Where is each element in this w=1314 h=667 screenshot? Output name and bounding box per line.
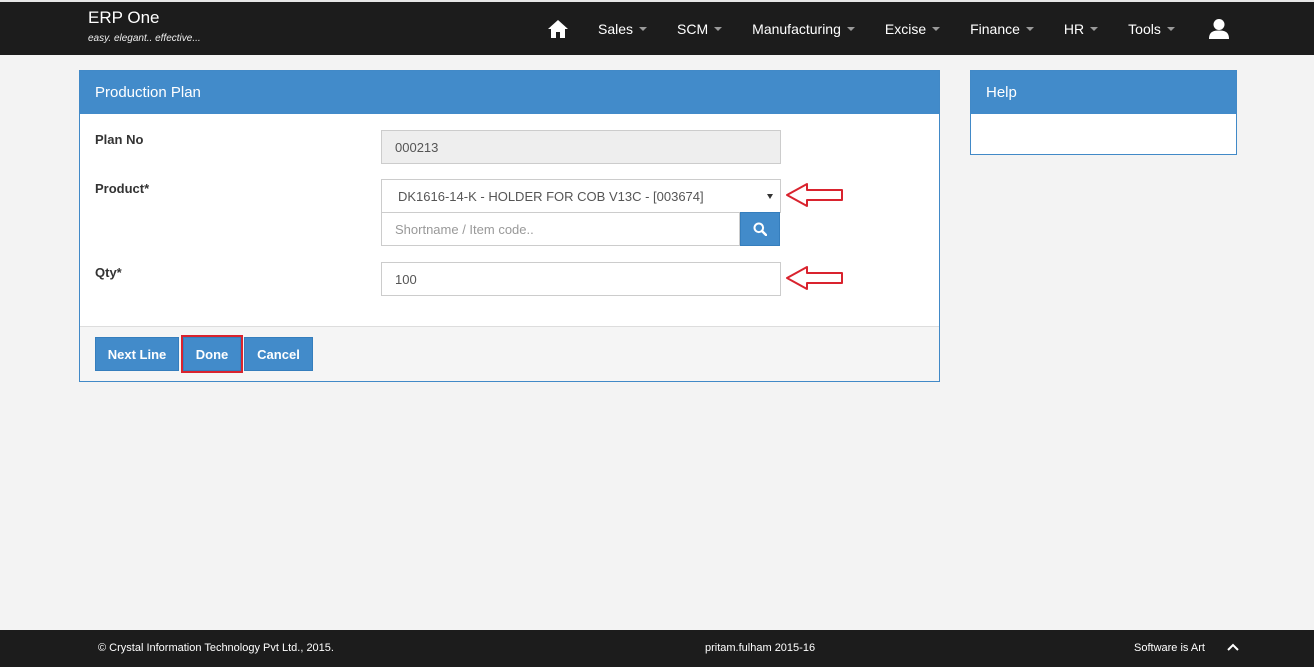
annotation-arrow-icon: [786, 266, 843, 290]
nav-excise[interactable]: Excise: [870, 2, 955, 55]
panel-footer: Next Line Done Cancel: [80, 326, 939, 381]
nav-sales-label: Sales: [598, 20, 634, 37]
chevron-down-icon: [1025, 26, 1034, 31]
chevron-down-icon: [714, 26, 723, 31]
chevron-down-icon: [1090, 26, 1099, 31]
cancel-button[interactable]: Cancel: [244, 337, 313, 371]
chevron-down-icon: [846, 26, 855, 31]
home-icon[interactable]: [533, 2, 583, 55]
nav-excise-label: Excise: [884, 20, 927, 37]
production-plan-panel: Production Plan Plan No 000213 Product* …: [79, 70, 940, 382]
user-icon[interactable]: [1190, 2, 1245, 55]
search-icon: [753, 222, 767, 236]
done-button[interactable]: Done: [181, 335, 243, 373]
product-label: Product*: [95, 181, 150, 196]
panel-title: Production Plan: [80, 71, 939, 114]
chevron-down-icon: [1166, 26, 1175, 31]
slogan-text: Software is Art: [1134, 642, 1205, 654]
nav-tools[interactable]: Tools: [1113, 2, 1190, 55]
product-select[interactable]: DK1616-14-K - HOLDER FOR COB V13C - [003…: [381, 179, 781, 213]
nav-scm-label: SCM: [677, 20, 709, 37]
qty-label: Qty*: [95, 265, 122, 280]
search-button[interactable]: [740, 212, 780, 246]
main-nav: Sales SCM Manufacturing Excise Finance H…: [533, 2, 1245, 55]
dropdown-arrow-icon: [767, 194, 773, 199]
help-title: Help: [971, 71, 1236, 114]
nav-hr-label: HR: [1063, 20, 1085, 37]
plan-no-field: 000213: [381, 130, 781, 164]
product-selected-value: DK1616-14-K - HOLDER FOR COB V13C - [003…: [398, 188, 704, 204]
qty-input[interactable]: 100: [381, 262, 781, 296]
nav-manufacturing-label: Manufacturing: [752, 20, 841, 37]
copyright-text: © Crystal Information Technology Pvt Ltd…: [98, 642, 334, 654]
help-panel: Help: [970, 70, 1237, 155]
user-session-text: pritam.fulham 2015-16: [705, 642, 816, 654]
nav-finance[interactable]: Finance: [955, 2, 1049, 55]
annotation-arrow-icon: [786, 183, 843, 207]
brand-title: ERP One: [88, 8, 160, 27]
chevron-down-icon: [639, 26, 648, 31]
footer: © Crystal Information Technology Pvt Ltd…: [0, 630, 1314, 667]
nav-hr[interactable]: HR: [1049, 2, 1113, 55]
product-search-input[interactable]: Shortname / Item code..: [381, 212, 740, 246]
nav-manufacturing[interactable]: Manufacturing: [737, 2, 870, 55]
nav-scm[interactable]: SCM: [662, 2, 737, 55]
next-line-button[interactable]: Next Line: [95, 337, 179, 371]
brand[interactable]: ERP One easy. elegant.. effective...: [88, 8, 201, 44]
nav-sales[interactable]: Sales: [583, 2, 662, 55]
chevron-down-icon: [932, 26, 941, 31]
top-navbar: ERP One easy. elegant.. effective... Sal…: [0, 0, 1314, 55]
plan-no-label: Plan No: [95, 132, 144, 147]
chevron-up-icon[interactable]: [1226, 642, 1240, 655]
brand-tagline: easy. elegant.. effective...: [88, 33, 201, 44]
nav-finance-label: Finance: [970, 20, 1020, 37]
nav-tools-label: Tools: [1128, 20, 1161, 37]
